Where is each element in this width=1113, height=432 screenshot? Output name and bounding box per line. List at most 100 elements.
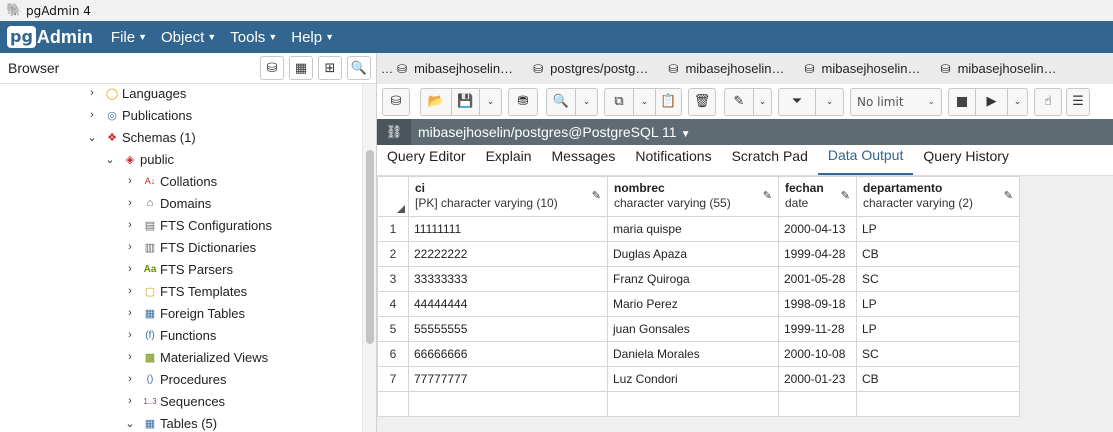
explain-analyze-button[interactable]: ☰ (1066, 87, 1090, 116)
cell-departamento[interactable]: CB (856, 366, 1020, 392)
cell-departamento[interactable]: SC (856, 341, 1020, 367)
view-data-button[interactable]: ▦ (289, 56, 313, 80)
copy-button[interactable]: ⧉ (604, 87, 634, 116)
query-tab[interactable]: ⛁ postgres/postg… (523, 53, 658, 84)
chevron-right-icon[interactable]: › (124, 285, 136, 297)
chevron-right-icon[interactable]: › (124, 329, 136, 341)
cell-departamento[interactable]: LP (856, 216, 1020, 242)
cell-departamento[interactable]: LP (856, 316, 1020, 342)
tree-item-functions[interactable]: › (f) Functions (124, 324, 216, 346)
filter-button[interactable]: ⏷ (778, 87, 816, 116)
save-button[interactable]: 💾 (452, 87, 480, 116)
filter-dropdown[interactable]: ⌄ (816, 87, 844, 116)
copy-dropdown[interactable]: ⌄ (634, 87, 656, 116)
cell-ci[interactable]: 33333333 (408, 266, 608, 292)
tree-item-languages[interactable]: › ◯ Languages (86, 84, 186, 104)
chevron-right-icon[interactable]: › (124, 175, 136, 187)
chevron-down-icon[interactable]: ⌄ (124, 417, 136, 430)
cell-ci[interactable]: 66666666 (408, 341, 608, 367)
table-row-new[interactable] (377, 391, 1020, 417)
tree-item-foreign-tables[interactable]: › ▦ Foreign Tables (124, 302, 245, 324)
query-tab[interactable]: ⛁ mibasejhoselin… (658, 53, 794, 84)
open-file-button[interactable]: 📂 (420, 87, 452, 116)
table-row[interactable]: 4 44444444 Mario Perez 1998-09-18 LP (377, 291, 1020, 317)
cell-fechan[interactable]: 1998-09-18 (778, 291, 857, 317)
chevron-right-icon[interactable]: › (124, 395, 136, 407)
filtered-rows-button[interactable]: ⊞ (318, 56, 342, 80)
cell-ci[interactable]: 55555555 (408, 316, 608, 342)
table-row[interactable]: 1 11111111 maria quispe 2000-04-13 LP (377, 216, 1020, 242)
row-number[interactable]: 1 (377, 216, 409, 242)
save-dropdown[interactable]: ⌄ (480, 87, 502, 116)
query-tab[interactable]: ⛁ mibasejhoselin… (794, 53, 930, 84)
row-number[interactable]: 6 (377, 341, 409, 367)
chevron-down-icon[interactable]: ⌄ (104, 153, 116, 166)
tree-item-fts-dictionaries[interactable]: › ▥ FTS Dictionaries (124, 236, 256, 258)
chevron-right-icon[interactable]: › (86, 87, 98, 99)
tree-item-public[interactable]: ⌄ ◈ public (104, 148, 174, 170)
row-number[interactable]: 4 (377, 291, 409, 317)
query-tab[interactable]: … ⛁ mibasejhoselin… (377, 53, 523, 84)
cell-ci[interactable]: 44444444 (408, 291, 608, 317)
connection-select[interactable]: mibasejhoselin/postgres@PostgreSQL 11 ▼ (418, 124, 690, 140)
tree-item-schemas[interactable]: ⌄ ❖ Schemas (1) (86, 126, 195, 148)
cell-nombrec[interactable]: Duglas Apaza (607, 241, 779, 267)
row-number[interactable]: 7 (377, 366, 409, 392)
cell-nombrec[interactable]: juan Gonsales (607, 316, 779, 342)
save-data-button[interactable]: ⛃ (508, 87, 538, 116)
menu-help[interactable]: Help ▼ (291, 29, 334, 46)
tab-notifications[interactable]: Notifications (625, 144, 721, 175)
table-row[interactable]: 6 66666666 Daniela Morales 2000-10-08 SC (377, 341, 1020, 367)
cell-departamento[interactable] (856, 391, 1020, 417)
cell-fechan[interactable]: 2000-01-23 (778, 366, 857, 392)
menu-tools[interactable]: Tools ▼ (230, 29, 277, 46)
chevron-right-icon[interactable]: › (124, 241, 136, 253)
stop-button[interactable] (948, 87, 976, 116)
column-header[interactable]: ci [PK] character varying (10) ✎ (408, 176, 608, 217)
execute-dropdown[interactable]: ⌄ (1008, 87, 1028, 116)
execute-button[interactable]: ▶ (976, 87, 1008, 116)
tab-query-editor[interactable]: Query Editor (377, 144, 476, 175)
column-header[interactable]: fechan date ✎ (778, 176, 857, 217)
chevron-down-icon[interactable]: ⌄ (86, 131, 98, 144)
chevron-right-icon[interactable]: › (124, 307, 136, 319)
edit-dropdown[interactable]: ⌄ (754, 87, 772, 116)
cell-fechan[interactable]: 1999-04-28 (778, 241, 857, 267)
cell-ci[interactable]: 11111111 (408, 216, 608, 242)
table-row[interactable]: 7 77777777 Luz Condori 2000-01-23 CB (377, 366, 1020, 392)
query-tool-button[interactable]: ⛁ (260, 56, 284, 80)
column-header[interactable]: departamento character varying (2) ✎ (856, 176, 1020, 217)
tree-item-fts-templates[interactable]: › ▢ FTS Templates (124, 280, 247, 302)
tree-item-sequences[interactable]: › 1..3 Sequences (124, 390, 225, 412)
cell-fechan[interactable] (778, 391, 857, 417)
menu-file[interactable]: File ▼ (111, 29, 147, 46)
tree-scrollbar-thumb[interactable] (366, 150, 374, 344)
row-limit-select[interactable]: No limit ⌄ (850, 87, 942, 116)
chevron-right-icon[interactable]: › (124, 219, 136, 231)
tab-messages[interactable]: Messages (542, 144, 626, 175)
table-row[interactable]: 5 55555555 juan Gonsales 1999-11-28 LP (377, 316, 1020, 342)
row-number[interactable]: 5 (377, 316, 409, 342)
tree-item-fts-parsers[interactable]: › Aa FTS Parsers (124, 258, 233, 280)
find-button[interactable]: 🔍 (546, 87, 576, 116)
table-row[interactable]: 2 22222222 Duglas Apaza 1999-04-28 CB (377, 241, 1020, 267)
cell-nombrec[interactable]: Franz Quiroga (607, 266, 779, 292)
tab-explain[interactable]: Explain (476, 144, 542, 175)
tree-item-tables[interactable]: ⌄ ▦ Tables (5) (124, 412, 217, 432)
search-objects-button[interactable]: 🔍 (347, 56, 371, 80)
menu-object[interactable]: Object ▼ (161, 29, 216, 46)
table-row[interactable]: 3 33333333 Franz Quiroga 2001-05-28 SC (377, 266, 1020, 292)
column-header[interactable]: nombrec character varying (55) ✎ (607, 176, 779, 217)
select-all-corner[interactable] (377, 176, 409, 217)
row-number[interactable]: 3 (377, 266, 409, 292)
chevron-right-icon[interactable]: › (124, 373, 136, 385)
chevron-right-icon[interactable]: › (86, 109, 98, 121)
cell-ci[interactable]: 77777777 (408, 366, 608, 392)
cell-fechan[interactable]: 2001-05-28 (778, 266, 857, 292)
chevron-right-icon[interactable]: › (124, 263, 136, 275)
database-button[interactable]: ⛁ (382, 87, 410, 116)
cell-nombrec[interactable]: Daniela Morales (607, 341, 779, 367)
cell-departamento[interactable]: CB (856, 241, 1020, 267)
tree-item-procedures[interactable]: › () Procedures (124, 368, 226, 390)
cell-nombrec[interactable]: Luz Condori (607, 366, 779, 392)
